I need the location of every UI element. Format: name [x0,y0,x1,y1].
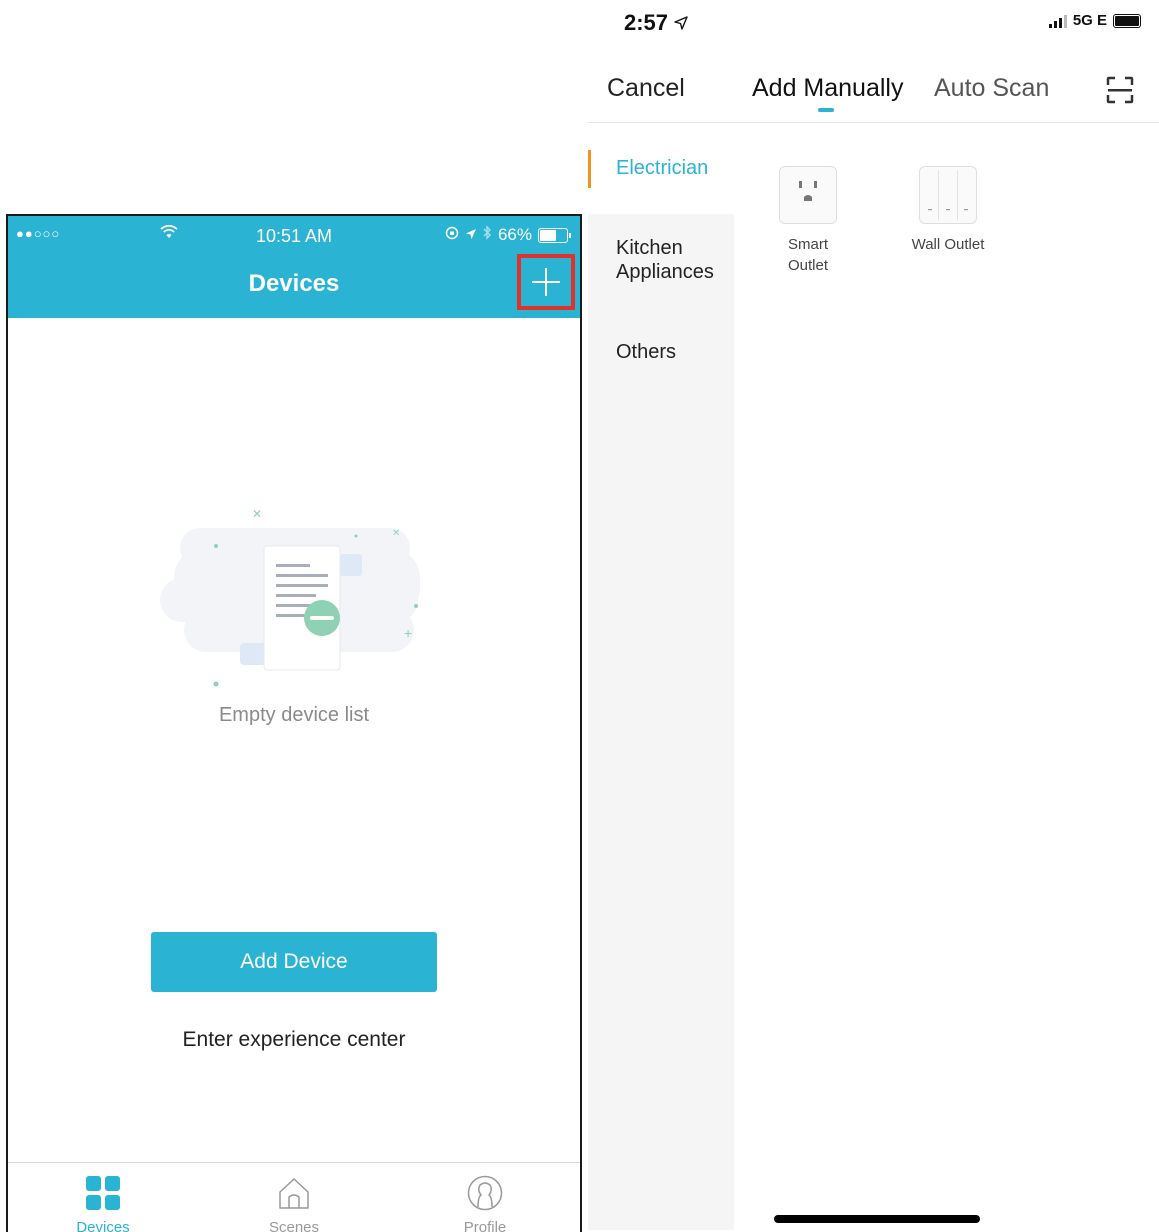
battery-icon [1113,13,1141,28]
svg-text:✕: ✕ [392,528,400,539]
status-right: 66% [445,225,571,245]
left-phone-screen: ●●○○○ 10:51 AM 66% Devices ✕ ✕ + Empty d… [6,214,582,1232]
category-kitchen-appliances[interactable]: Kitchen Appliances [616,236,726,284]
cancel-button[interactable]: Cancel [607,74,685,103]
empty-list-illustration: ✕ ✕ + [160,507,428,698]
tab-add-manually[interactable]: Add Manually [752,74,903,103]
tab-scenes[interactable]: Scenes [234,1163,354,1232]
right-phone-screen: 2:57 5G E Cancel Add Manually Auto Scan … [588,0,1159,1230]
devices-header: ●●○○○ 10:51 AM 66% Devices [8,216,580,318]
active-tab-indicator [818,108,834,112]
bluetooth-icon [483,225,492,245]
smart-outlet-icon [779,166,837,224]
tab-profile[interactable]: Profile [425,1163,545,1232]
empty-list-message: Empty device list [218,704,370,726]
orientation-lock-icon [445,225,459,245]
device-label: Wall Outlet [911,236,985,253]
tab-auto-scan[interactable]: Auto Scan [934,74,1049,103]
location-arrow-icon [674,10,688,35]
device-label: Smart Outlet [787,236,829,274]
active-category-indicator [588,150,591,188]
category-sidebar [588,214,734,1230]
battery-icon [538,227,571,243]
cellular-signal-icon [1048,14,1067,28]
status-bar: ●●○○○ 10:51 AM 66% [8,216,580,254]
grid-icon [85,1175,121,1211]
enter-experience-center-link[interactable]: Enter experience center [8,1028,580,1052]
category-electrician[interactable]: Electrician [616,156,708,180]
status-time: 2:57 [624,10,688,36]
tab-label: Profile [463,1219,507,1232]
qr-scan-icon[interactable] [1104,74,1136,106]
svg-text:✕: ✕ [252,508,262,521]
bottom-tab-bar: Devices Scenes Profile [8,1162,580,1232]
add-device-nav: Cancel Add Manually Auto Scan [588,58,1159,123]
location-arrow-icon [465,225,477,245]
add-device-plus-button[interactable] [517,254,575,310]
wall-outlet-icon [919,166,977,224]
page-title: Devices [248,270,340,297]
tab-label: Devices [76,1219,130,1232]
profile-icon [467,1175,503,1211]
device-wall-outlet[interactable]: Wall Outlet [898,166,998,255]
battery-percent: 66% [497,225,532,244]
status-right: 5G E [1048,12,1141,29]
device-smart-outlet[interactable]: Smart Outlet [768,166,848,276]
home-indicator[interactable] [774,1215,980,1223]
battery-level-fill [540,229,556,241]
tab-devices[interactable]: Devices [43,1163,163,1232]
network-type: 5G E [1072,12,1107,29]
tab-label: Scenes [268,1219,320,1232]
add-device-button[interactable]: Add Device [151,932,437,992]
home-icon [276,1175,312,1211]
category-others[interactable]: Others [616,340,676,364]
svg-text:+: + [404,625,412,641]
